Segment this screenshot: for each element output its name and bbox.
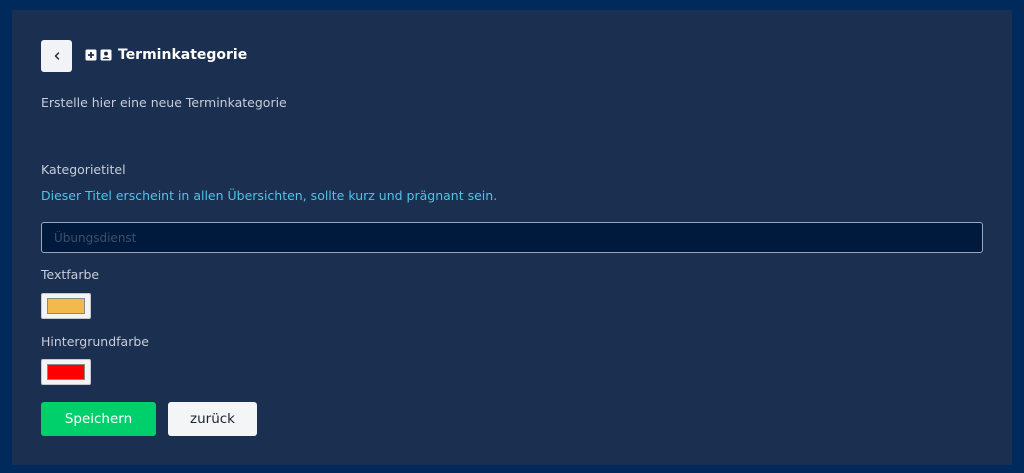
background-color-swatch <box>47 364 85 380</box>
back-button[interactable] <box>41 40 72 72</box>
page-header: Terminkategorie <box>85 46 247 64</box>
chevron-left-icon <box>54 52 59 60</box>
page-subtitle: Erstelle hier eine neue Terminkategorie <box>41 95 287 110</box>
background-color-label: Hintergrundfarbe <box>41 334 149 349</box>
category-title-input[interactable] <box>41 222 983 253</box>
save-button[interactable]: Speichern <box>41 402 156 436</box>
background-color-picker[interactable] <box>41 359 91 385</box>
page-title: Terminkategorie <box>118 47 248 63</box>
plus-square-icon <box>85 49 97 61</box>
form-panel: Terminkategorie Erstelle hier eine neue … <box>12 10 1012 465</box>
back-text-button[interactable]: zurück <box>168 402 257 436</box>
text-color-swatch <box>47 298 85 314</box>
text-color-picker[interactable] <box>41 293 91 319</box>
text-color-label: Textfarbe <box>41 267 100 282</box>
category-title-label: Kategorietitel <box>41 162 126 177</box>
category-title-hint: Dieser Titel erscheint in allen Übersich… <box>41 188 498 203</box>
user-badge-icon <box>100 49 112 61</box>
